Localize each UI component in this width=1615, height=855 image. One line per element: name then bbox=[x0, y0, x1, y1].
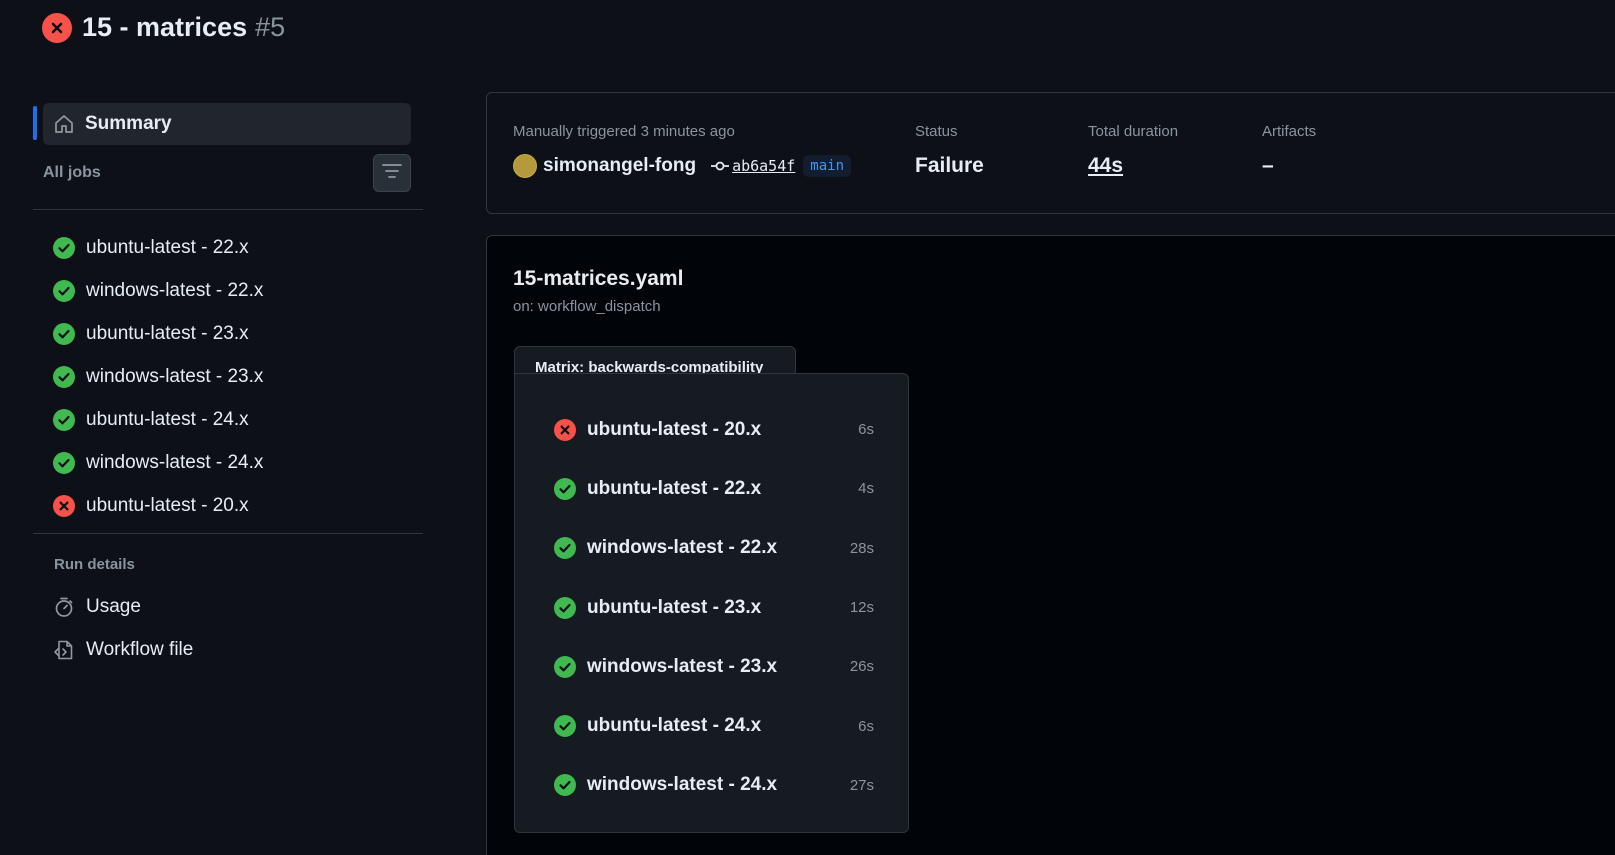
avatar[interactable] bbox=[513, 154, 537, 178]
sidebar-job-item[interactable]: ubuntu-latest - 23.x bbox=[53, 312, 263, 355]
sidebar-divider bbox=[33, 209, 423, 210]
sidebar-item-usage[interactable]: Usage bbox=[53, 596, 141, 618]
matrix-job-item[interactable]: windows-latest - 23.x 26s bbox=[554, 637, 874, 696]
status-label: Status bbox=[915, 123, 958, 140]
matrix-job-item[interactable]: windows-latest - 22.x 28s bbox=[554, 519, 874, 578]
trigger-text: Manually triggered 3 minutes ago bbox=[513, 123, 735, 140]
commit-sha-link[interactable]: ab6a54f bbox=[732, 157, 795, 175]
check-circle-icon bbox=[53, 408, 75, 431]
workflow-graph-card: 15-matrices.yaml on: workflow_dispatch M… bbox=[486, 235, 1615, 855]
sidebar-job-item[interactable]: ubuntu-latest - 20.x bbox=[53, 484, 263, 527]
all-jobs-header: All jobs bbox=[43, 154, 411, 192]
file-code-icon bbox=[53, 639, 75, 661]
artifacts-label: Artifacts bbox=[1262, 123, 1317, 140]
x-circle-icon bbox=[53, 494, 75, 517]
check-circle-icon bbox=[554, 655, 576, 678]
status-value: Failure bbox=[915, 154, 984, 177]
matrix-job-duration: 27s bbox=[849, 776, 874, 794]
check-circle-icon bbox=[554, 774, 576, 797]
job-label: ubuntu-latest - 22.x bbox=[86, 236, 249, 258]
check-circle-icon bbox=[53, 236, 75, 259]
matrix-job-item[interactable]: ubuntu-latest - 20.x 6s bbox=[554, 400, 874, 459]
matrix-job-duration: 12s bbox=[849, 599, 874, 617]
actor-link[interactable]: simonangel-fong bbox=[543, 155, 696, 177]
matrix-job-label: windows-latest - 23.x bbox=[587, 655, 778, 677]
sidebar-job-item[interactable]: ubuntu-latest - 22.x bbox=[53, 226, 263, 269]
check-circle-icon bbox=[554, 477, 576, 500]
matrix-job-label: ubuntu-latest - 20.x bbox=[587, 418, 762, 440]
matrix-job-duration: 6s bbox=[858, 421, 874, 439]
branch-tag[interactable]: main bbox=[803, 155, 851, 177]
matrix-job-item[interactable]: ubuntu-latest - 22.x 4s bbox=[554, 459, 874, 518]
stopwatch-icon bbox=[53, 596, 75, 618]
filter-jobs-button[interactable] bbox=[373, 154, 411, 192]
job-label: windows-latest - 24.x bbox=[86, 451, 264, 473]
check-circle-icon bbox=[53, 365, 75, 388]
matrix-job-label: ubuntu-latest - 22.x bbox=[587, 477, 762, 499]
job-label: ubuntu-latest - 20.x bbox=[86, 494, 249, 516]
x-circle-icon bbox=[554, 418, 576, 441]
sidebar-job-item[interactable]: windows-latest - 22.x bbox=[53, 269, 263, 312]
duration-link[interactable]: 44s bbox=[1088, 154, 1178, 178]
matrix-job-duration: 6s bbox=[858, 717, 874, 735]
artifacts-value: – bbox=[1262, 154, 1274, 177]
workflow-run-page: 15 - matrices #5 Summary All jobs ubuntu… bbox=[0, 0, 1615, 855]
matrix-group: ubuntu-latest - 20.x 6s ubuntu-latest - 22… bbox=[514, 373, 909, 833]
check-circle-icon bbox=[53, 279, 75, 302]
matrix-job-item[interactable]: ubuntu-latest - 23.x 12s bbox=[554, 578, 874, 637]
artifacts-section: Artifacts – bbox=[1262, 123, 1316, 178]
sidebar: Summary All jobs ubuntu-latest - 22.x win… bbox=[0, 0, 430, 855]
job-label: windows-latest - 22.x bbox=[86, 279, 264, 301]
matrix-job-duration: 4s bbox=[858, 480, 874, 498]
sidebar-job-item[interactable]: ubuntu-latest - 24.x bbox=[53, 398, 263, 441]
matrix-job-item[interactable]: windows-latest - 24.x 27s bbox=[554, 756, 874, 815]
sidebar-job-list: ubuntu-latest - 22.x windows-latest - 22.… bbox=[53, 226, 263, 527]
matrix-job-item[interactable]: ubuntu-latest - 24.x 6s bbox=[554, 696, 874, 755]
all-jobs-label: All jobs bbox=[43, 164, 101, 181]
status-section: Status Failure bbox=[915, 123, 984, 178]
matrix-job-label: windows-latest - 24.x bbox=[587, 774, 778, 796]
usage-label: Usage bbox=[86, 596, 141, 617]
sidebar-item-summary[interactable]: Summary bbox=[43, 103, 411, 145]
workflow-trigger: on: workflow_dispatch bbox=[513, 298, 661, 315]
matrix-job-list: ubuntu-latest - 20.x 6s ubuntu-latest - 22… bbox=[554, 400, 874, 815]
matrix-job-label: ubuntu-latest - 24.x bbox=[587, 715, 762, 737]
sidebar-item-workflow-file[interactable]: Workflow file bbox=[53, 639, 193, 661]
run-summary-card: Manually triggered 3 minutes ago simonan… bbox=[486, 92, 1615, 214]
summary-active-indicator bbox=[33, 106, 37, 140]
matrix-job-duration: 26s bbox=[849, 658, 874, 676]
job-label: ubuntu-latest - 23.x bbox=[86, 322, 249, 344]
git-commit-icon bbox=[710, 156, 730, 176]
trigger-section: Manually triggered 3 minutes ago simonan… bbox=[513, 123, 851, 178]
home-icon bbox=[53, 113, 75, 135]
run-details-label: Run details bbox=[54, 556, 135, 573]
matrix-job-label: windows-latest - 22.x bbox=[587, 537, 778, 559]
summary-label: Summary bbox=[85, 113, 172, 134]
duration-section: Total duration 44s bbox=[1088, 123, 1178, 178]
job-label: ubuntu-latest - 24.x bbox=[86, 408, 249, 430]
job-label: windows-latest - 23.x bbox=[86, 365, 264, 387]
check-circle-icon bbox=[554, 715, 576, 738]
check-circle-icon bbox=[554, 537, 576, 560]
workflow-file-title: 15-matrices.yaml bbox=[513, 267, 684, 290]
sidebar-job-item[interactable]: windows-latest - 24.x bbox=[53, 441, 263, 484]
sidebar-job-item[interactable]: windows-latest - 23.x bbox=[53, 355, 263, 398]
matrix-job-label: ubuntu-latest - 23.x bbox=[587, 596, 762, 618]
filter-icon bbox=[382, 163, 402, 184]
workflow-file-label: Workflow file bbox=[86, 639, 194, 660]
matrix-job-duration: 28s bbox=[849, 539, 874, 557]
check-circle-icon bbox=[53, 322, 75, 345]
check-circle-icon bbox=[554, 596, 576, 619]
check-circle-icon bbox=[53, 451, 75, 474]
sidebar-divider bbox=[33, 533, 423, 534]
duration-label: Total duration bbox=[1088, 123, 1179, 140]
